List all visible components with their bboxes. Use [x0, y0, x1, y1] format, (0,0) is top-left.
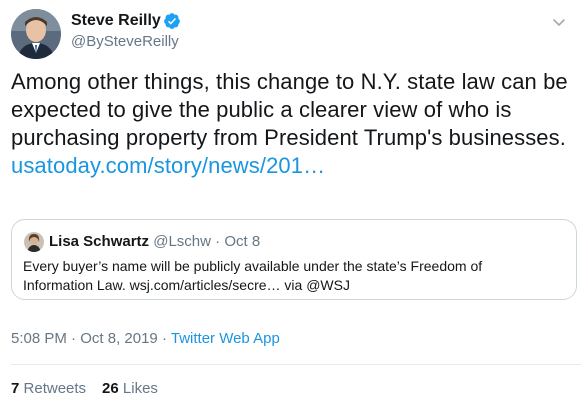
retweets-stat[interactable]: 7 Retweets [11, 380, 86, 397]
retweets-count: 7 [11, 380, 20, 397]
divider [11, 364, 581, 365]
quoted-text: Every buyer’s name will be publicly avai… [23, 257, 563, 295]
quoted-header: Lisa Schwartz @Lschw · Oct 8 [49, 232, 260, 252]
likes-label: Likes [122, 380, 158, 397]
meta-separator: · [161, 330, 167, 347]
chevron-down-icon[interactable] [549, 12, 569, 32]
tweet-card: Steve Reilly @BySteveReilly Among other … [0, 0, 581, 409]
author-handle[interactable]: @BySteveReilly [71, 32, 179, 52]
quoted-author-name[interactable]: Lisa Schwartz [49, 233, 149, 250]
tweet-date[interactable]: Oct 8, 2019 [80, 330, 158, 347]
tweet-stats: 7 Retweets 26 Likes [11, 379, 158, 399]
tweet-link[interactable]: usatoday.com/story/news/201… [11, 152, 581, 180]
quoted-author-avatar[interactable] [24, 232, 44, 252]
tweet-source-link[interactable]: Twitter Web App [171, 330, 280, 347]
tweet-text-line: purchasing property from President Trump… [11, 125, 566, 150]
tweet-text-line: expected to give the public a clearer vi… [11, 97, 512, 122]
tweet-time[interactable]: 5:08 PM [11, 330, 67, 347]
tweet-text: Among other things, this change to N.Y. … [11, 68, 581, 180]
quoted-tweet[interactable]: Lisa Schwartz @Lschw · Oct 8 Every buyer… [11, 219, 577, 300]
tweet-meta: 5:08 PM · Oct 8, 2019 · Twitter Web App [11, 329, 280, 349]
tweet-text-line: Among other things, this change to N.Y. … [11, 69, 568, 94]
quoted-author-handle[interactable]: @Lschw [153, 233, 211, 250]
verified-badge-icon [163, 12, 181, 30]
quoted-date[interactable]: Oct 8 [224, 233, 260, 250]
likes-stat[interactable]: 26 Likes [102, 380, 158, 397]
meta-separator: · [71, 330, 77, 347]
quoted-text-line: Every buyer’s name will be publicly avai… [23, 258, 483, 274]
quoted-separator: · [215, 233, 221, 250]
likes-count: 26 [102, 380, 119, 397]
retweets-label: Retweets [23, 380, 87, 397]
quoted-text-line: Information Law. wsj.com/articles/secre…… [23, 277, 350, 293]
author-name[interactable]: Steve Reilly [71, 11, 161, 31]
author-avatar[interactable] [11, 9, 61, 59]
